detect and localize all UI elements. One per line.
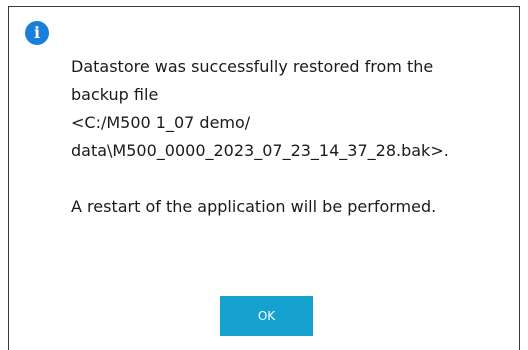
restart-notice: A restart of the application will be per… xyxy=(71,197,437,216)
dialog-message: Datastore was successfully restored from… xyxy=(71,53,511,221)
backup-file-path-line-1: <C:/M500 1_07 demo/ xyxy=(71,113,251,132)
restore-confirmation-dialog: i Datastore was successfully restored fr… xyxy=(8,6,520,350)
info-icon: i xyxy=(25,21,49,45)
message-line-2: backup file xyxy=(71,85,159,104)
backup-file-path-line-2: data\M500_0000_2023_07_23_14_37_28.bak>. xyxy=(71,141,449,160)
message-line-1: Datastore was successfully restored from… xyxy=(71,57,434,76)
message-spacer xyxy=(71,165,511,193)
ok-button[interactable]: OK xyxy=(220,296,313,336)
